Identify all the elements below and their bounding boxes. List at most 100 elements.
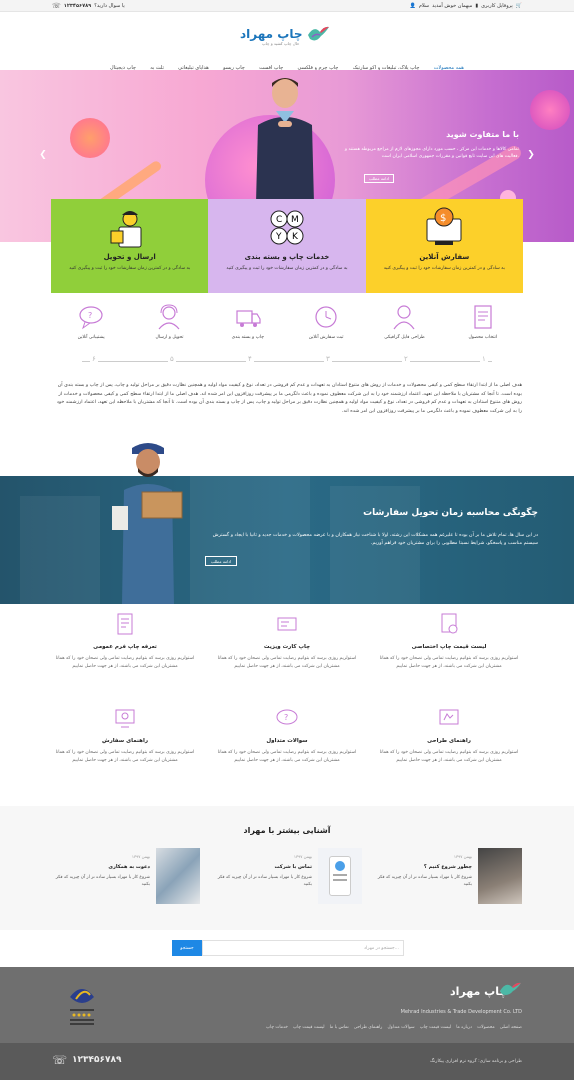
faq-item[interactable]: راهنمای سفارش استولریم روزی برسد که بتوا… bbox=[50, 706, 200, 765]
faq-desc: استولریم روزی برسد که بتوانیم رضایت تمام… bbox=[217, 656, 357, 669]
step-design: طراحی فایل گرافیکی bbox=[369, 303, 439, 340]
svg-text:?: ? bbox=[88, 311, 92, 320]
footer-logo[interactable]: چاپ مهراد bbox=[450, 977, 522, 1005]
logo-tagline: حال چاپ کشید و چاپ bbox=[262, 41, 300, 46]
hero-text: تمامی کالاها و خدمات این مرکز ، حسب مورد… bbox=[344, 147, 519, 159]
header: چاپ مهراد حال چاپ کشید و چاپ همه محصولات… bbox=[0, 12, 574, 77]
hero-prev-arrow-icon[interactable]: ❮ bbox=[38, 150, 48, 160]
hero-title: با ما متفاوت شوید bbox=[446, 130, 519, 139]
step-delivery: تحویل و ارسال bbox=[134, 303, 204, 340]
feature-box-delivery[interactable]: ارسال و تحویل به سادگی و در کمترین زمان … bbox=[51, 199, 209, 293]
feature-box-title: سفارش آنلاین bbox=[419, 253, 470, 261]
feature-box-title: خدمات چاپ و بسته بندی bbox=[244, 253, 330, 261]
footer-link[interactable]: خدمات چاپ bbox=[266, 1025, 288, 1030]
step-support: ? پشتیبانی آنلاین bbox=[56, 303, 126, 340]
topbar-welcome: میهمان خوش آمدید bbox=[432, 2, 473, 9]
about-paragraph: هدف اصلی ما از ابتدا ارتقاء سطح کمی و کی… bbox=[56, 383, 522, 414]
feature-box-desc: به سادگی و در کمترین زمان سفارشات خود را… bbox=[383, 266, 505, 271]
step-number: ۵ bbox=[168, 355, 176, 363]
step-online-order: ثبت سفارش آنلاین bbox=[291, 303, 361, 340]
faq-icon: ? bbox=[276, 709, 298, 725]
footer-link[interactable]: لیست قیمت چاپ bbox=[420, 1025, 451, 1030]
background-building bbox=[20, 496, 100, 604]
step-number: ۱ bbox=[480, 355, 488, 363]
chat-icon: ? bbox=[79, 306, 103, 330]
blog-post[interactable]: بهمن ۱۳۹۷ تماس با شرکت شروع کار با مهراد… bbox=[214, 848, 362, 906]
faq-title: سوالات متداول bbox=[266, 738, 308, 744]
post-title: دعوت به همکاری bbox=[108, 864, 150, 870]
delivery-man-icon bbox=[110, 211, 142, 248]
footer-link[interactable]: محصولات bbox=[477, 1025, 495, 1030]
step-label: چاپ و بسته بندی bbox=[231, 335, 264, 340]
clock-icon bbox=[315, 306, 337, 328]
delivery-text: در این سال ها، تمام تلاش ما بر آن بوده ت… bbox=[212, 533, 538, 546]
footer-link[interactable]: تماس با ما bbox=[330, 1025, 349, 1030]
step-label: طراحی فایل گرافیکی bbox=[384, 335, 425, 340]
faq-item[interactable]: چاپ کارت ویزیت استولریم روزی برسد که بتو… bbox=[212, 612, 362, 671]
search-bar: جستجو جستجو در مهراد... bbox=[172, 940, 404, 956]
blog-post[interactable]: بهمن ۱۳۹۷ چطور شروع کنیم ؟ شروع کار با م… bbox=[374, 848, 522, 906]
hero-person-image bbox=[248, 75, 322, 203]
logo-text: چاپ مهراد bbox=[240, 27, 303, 41]
design-guide-icon bbox=[439, 709, 459, 725]
search-input[interactable]: جستجو در مهراد... bbox=[202, 940, 404, 956]
step-number: ۳ bbox=[324, 355, 332, 363]
top-bar: ☏ ۱۲۳۴۵۶۷۸۹ یا سوال دارید؟ 👤 سلام میهمان… bbox=[0, 0, 574, 12]
footer-link[interactable]: صفحه اصلی bbox=[500, 1025, 522, 1030]
faq-desc: استولریم روزی برسد که بتوانیم رضایت تمام… bbox=[379, 750, 519, 763]
footer-link[interactable]: راهنمای طراحی bbox=[354, 1025, 383, 1030]
faq-item[interactable]: لیست قیمت چاپ اختصاصی استولریم روزی برسد… bbox=[374, 612, 524, 671]
enamad-trust-badge-icon[interactable] bbox=[64, 979, 100, 1029]
feature-boxes: ارسال و تحویل به سادگی و در کمترین زمان … bbox=[51, 199, 523, 293]
hero-next-arrow-icon[interactable]: ❯ bbox=[526, 150, 536, 160]
footer-phone[interactable]: ☏ ۱۲۳۴۵۶۷۸۹ bbox=[52, 1053, 121, 1067]
step-label: انتخاب محصول bbox=[468, 335, 498, 340]
faq-title: راهنمای سفارش bbox=[101, 738, 148, 744]
step-label: ثبت سفارش آنلاین bbox=[308, 335, 344, 340]
svg-text:C: C bbox=[276, 215, 282, 225]
form-icon bbox=[117, 613, 133, 635]
feature-box-desc: به سادگی و در کمترین زمان سفارشات خود را… bbox=[69, 266, 191, 271]
logo-bird-icon bbox=[306, 23, 330, 45]
blog-post[interactable]: بهمن ۱۳۹۷ دعوت به همکاری شروع کار با مهر… bbox=[52, 848, 200, 906]
post-desc: شروع کار با مهراد بسیار ساده تر از آن چی… bbox=[217, 875, 312, 887]
feature-box-print[interactable]: C M Y K خدمات چاپ و بسته بندی به سادگی و… bbox=[208, 199, 366, 293]
learn-more-section: آشنایی بیشتر با مهراد بهمن ۱۳۹۷ چطور شرو… bbox=[0, 806, 574, 930]
step-label: پشتیبانی آنلاین bbox=[77, 335, 105, 340]
faq-item[interactable]: تعرفه چاپ فرم عمومی استولریم روزی برسد ک… bbox=[50, 612, 200, 671]
faq-item[interactable]: ? سوالات متداول استولریم روزی برسد که بت… bbox=[212, 706, 362, 765]
hero-read-more-button[interactable]: ادامه مطلب bbox=[364, 174, 394, 183]
post-title: چطور شروع کنیم ؟ bbox=[423, 864, 472, 870]
cart-icon[interactable]: 🛒 bbox=[516, 3, 522, 9]
post-image-handshake bbox=[156, 848, 200, 904]
faq-desc: استولریم روزی برسد که بتوانیم رضایت تمام… bbox=[55, 656, 195, 669]
steps-row: انتخاب محصول طراحی فایل گرافیکی ثبت سفار… bbox=[52, 303, 522, 340]
faq-item[interactable]: راهنمای طراحی استولریم روزی برسد که بتوا… bbox=[374, 706, 524, 765]
footer-link[interactable]: سوالات متداول bbox=[387, 1025, 414, 1030]
footer-link[interactable]: لیست قیمت چاپ bbox=[293, 1025, 324, 1030]
footer-link[interactable]: درباره ما bbox=[456, 1025, 472, 1030]
topbar-user: 👤 سلام میهمان خوش آمدید ▮ پروفایل کاربری… bbox=[410, 3, 522, 9]
search-button[interactable]: جستجو bbox=[172, 940, 202, 956]
site-logo[interactable]: چاپ مهراد حال چاپ کشید و چاپ bbox=[240, 20, 332, 48]
profile-link[interactable]: پروفایل کاربری bbox=[481, 3, 513, 9]
business-card-icon bbox=[277, 617, 297, 631]
price-list-icon bbox=[441, 613, 458, 634]
footer: چاپ مهراد Mehrad Industries & Trade Deve… bbox=[0, 967, 574, 1043]
footer-links: صفحه اصلی محصولات درباره ما لیست قیمت چا… bbox=[266, 1025, 522, 1030]
truck-icon bbox=[236, 310, 261, 327]
feature-box-online-order[interactable]: $ سفارش آنلاین به سادگی و در کمترین زمان… bbox=[365, 199, 523, 293]
cmyk-icon: C M Y K bbox=[270, 210, 304, 245]
faq-title: تعرفه چاپ فرم عمومی bbox=[93, 644, 157, 650]
bottom-bar: طراحی و برنامه سازی: گروه نرم افزاری پیک… bbox=[0, 1043, 574, 1080]
step-number: ۲ bbox=[402, 355, 410, 363]
delivery-man-image bbox=[108, 438, 188, 604]
steps-divider bbox=[82, 361, 492, 362]
user-icon: 👤 bbox=[409, 2, 416, 9]
delivery-read-more-button[interactable]: ادامه مطلب bbox=[205, 556, 237, 566]
delivery-title: چگونگی محاسبه زمان تحویل سفارشات bbox=[363, 508, 538, 518]
topbar-phone[interactable]: ۱۲۳۴۵۶۷۸۹ bbox=[64, 3, 91, 9]
step-print-package: چاپ و بسته بندی bbox=[213, 303, 283, 340]
post-date: بهمن ۱۳۹۷ bbox=[131, 854, 150, 859]
svg-text:چاپ مهراد: چاپ مهراد bbox=[450, 985, 507, 998]
